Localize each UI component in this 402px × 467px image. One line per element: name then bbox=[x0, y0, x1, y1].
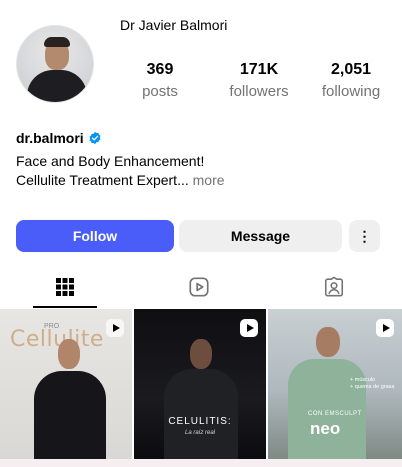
post-person-head bbox=[190, 339, 212, 369]
bio-line-2-text: Cellulite Treatment Expert... bbox=[16, 172, 189, 188]
bottom-strip bbox=[0, 459, 402, 467]
post-overlay-title: CELULITIS: bbox=[168, 416, 232, 427]
post-person-body bbox=[288, 359, 366, 459]
post-overlay-sub: PRO bbox=[44, 323, 60, 330]
post-person-head bbox=[316, 327, 340, 357]
tab-tagged[interactable] bbox=[302, 266, 366, 308]
bio-more-link[interactable]: more bbox=[193, 172, 225, 188]
stat-following[interactable]: 2,051 following bbox=[306, 60, 396, 102]
reel-play-icon bbox=[240, 319, 258, 337]
post-person-body bbox=[164, 369, 238, 459]
profile-actions: Follow Message ⋮ bbox=[16, 220, 388, 252]
message-button[interactable]: Message bbox=[179, 220, 342, 252]
post-thumbnail[interactable]: + músculo + quema de grasa CON EMSCULPT … bbox=[268, 309, 402, 459]
post-overlay-sub: La raíz real bbox=[184, 430, 215, 436]
stat-followers[interactable]: 171K followers bbox=[219, 60, 299, 102]
stat-posts: 369 posts bbox=[120, 60, 200, 102]
reel-play-icon bbox=[106, 319, 124, 337]
post-overlay-title: Cellulite bbox=[10, 327, 104, 352]
post-brand: CON EMSCULPT bbox=[308, 411, 362, 417]
stat-posts-label: posts bbox=[142, 83, 178, 100]
stat-following-value: 2,051 bbox=[330, 61, 372, 78]
post-person-body bbox=[34, 371, 106, 459]
post-thumbnail[interactable]: CELULITIS: La raíz real bbox=[134, 309, 266, 459]
bio-line-1: Face and Body Enhancement! bbox=[16, 153, 205, 169]
post-brand-name: EMSCULPT bbox=[325, 411, 362, 417]
stat-posts-value: 369 bbox=[146, 61, 174, 78]
username-row: dr.balmori bbox=[16, 130, 102, 146]
reels-icon bbox=[189, 277, 209, 297]
reel-play-icon bbox=[376, 319, 394, 337]
grid-icon bbox=[56, 278, 74, 296]
profile-full-name: Dr Javier Balmori bbox=[120, 17, 228, 33]
profile-bio: Face and Body Enhancement! Cellulite Tre… bbox=[16, 152, 225, 190]
avatar-hair bbox=[44, 37, 70, 47]
post-overlay-text: + músculo + quema de grasa bbox=[350, 377, 395, 390]
active-tab-indicator bbox=[33, 306, 97, 308]
post-person-head bbox=[58, 339, 80, 369]
tab-posts[interactable] bbox=[33, 266, 97, 308]
stat-followers-value: 171K bbox=[239, 61, 279, 78]
tab-reels[interactable] bbox=[167, 266, 231, 308]
avatar-body bbox=[27, 70, 87, 102]
avatar[interactable] bbox=[16, 25, 94, 103]
more-options-button[interactable]: ⋮ bbox=[349, 220, 380, 252]
tagged-icon bbox=[324, 276, 344, 297]
username: dr.balmori bbox=[16, 130, 84, 146]
verified-badge-icon bbox=[89, 131, 101, 145]
post-brand-prefix: CON bbox=[308, 411, 323, 417]
follow-button[interactable]: Follow bbox=[16, 220, 174, 252]
bio-line-2: Cellulite Treatment Expert... more bbox=[16, 171, 225, 190]
stat-followers-label: followers bbox=[229, 83, 289, 100]
post-product: neo bbox=[310, 419, 341, 438]
stat-following-label: following bbox=[321, 83, 381, 100]
posts-grid: Cellulite PRO CELULITIS: La raíz real + … bbox=[0, 309, 402, 459]
post-thumbnail[interactable]: Cellulite PRO bbox=[0, 309, 132, 459]
profile-tabs bbox=[0, 266, 402, 308]
